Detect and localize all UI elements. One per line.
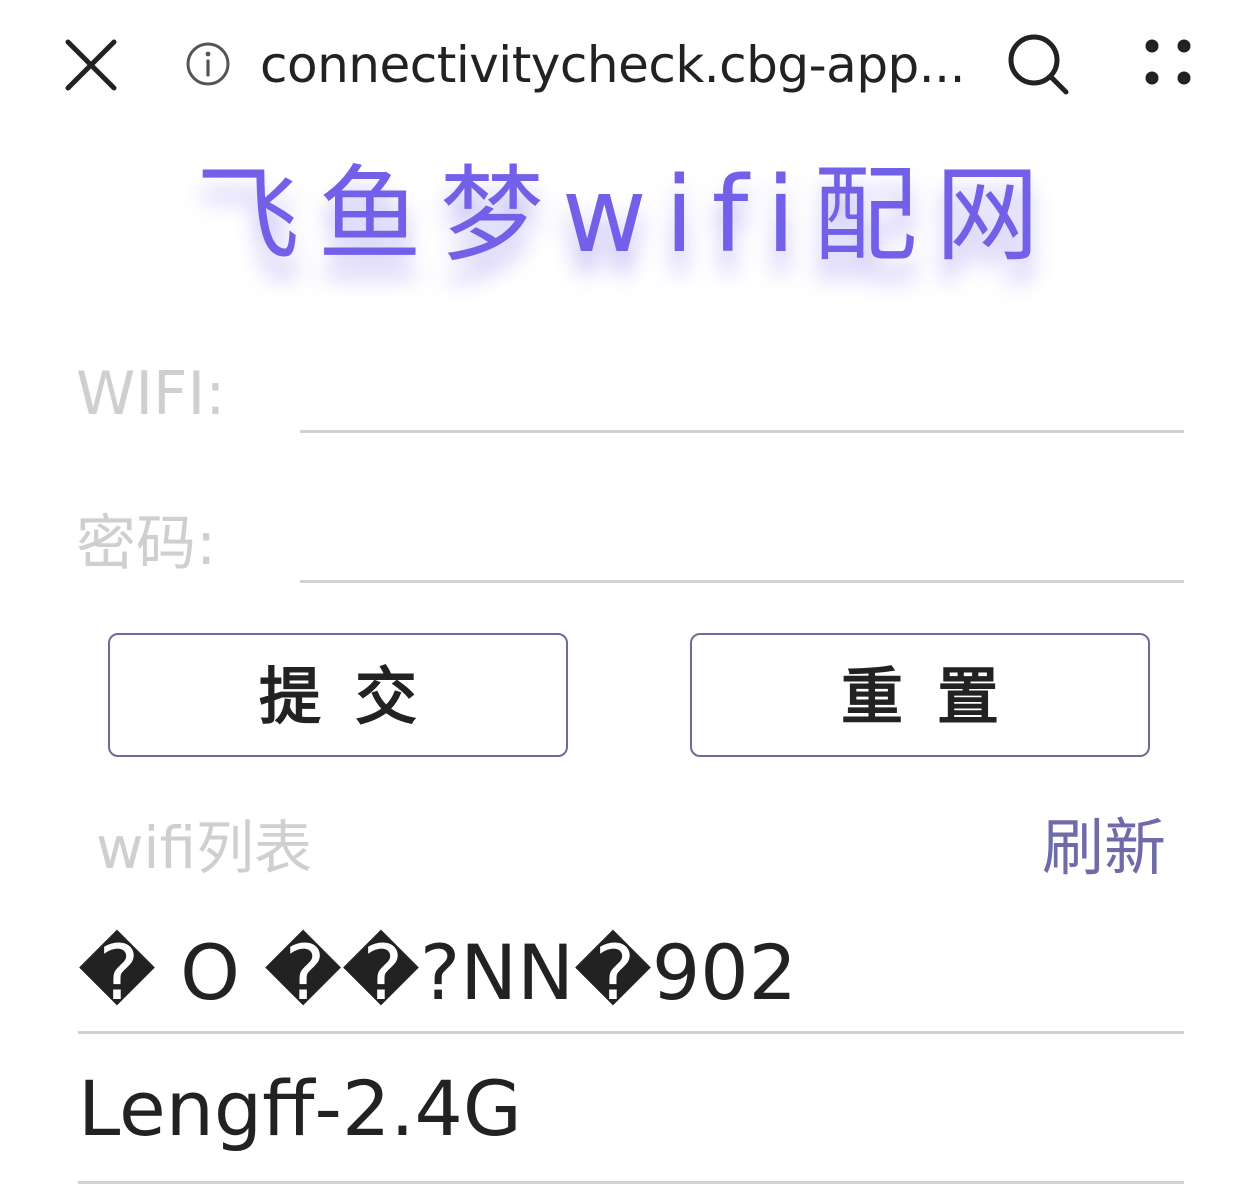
password-field-row: 密码: — [76, 502, 1186, 592]
wifi-list: � O ��?NN�902 Lengff-2.4G — [78, 898, 1184, 1184]
refresh-button[interactable]: 刷新 — [1042, 810, 1166, 886]
hero-header: 飞鱼梦wifi配网 — [0, 140, 1253, 300]
password-input[interactable] — [300, 508, 1184, 583]
wifi-label: WIFI: — [76, 359, 226, 429]
url-text[interactable]: connectivitycheck.cbg-app.... — [260, 30, 970, 100]
wifi-field-row: WIFI: — [76, 352, 1186, 442]
wifi-list-item[interactable]: � O ��?NN�902 — [78, 898, 1184, 1034]
page-title: 飞鱼梦wifi配网 — [195, 154, 1058, 276]
wifi-list-header: wifi列表 刷新 — [96, 810, 1166, 890]
wifi-list-title: wifi列表 — [96, 814, 313, 882]
submit-button[interactable]: 提交 — [108, 633, 568, 757]
search-icon[interactable] — [1002, 28, 1074, 100]
more-dots-icon[interactable] — [1138, 34, 1198, 94]
password-label: 密码: — [76, 509, 217, 579]
wifi-list-item[interactable]: Lengff-2.4G — [78, 1034, 1184, 1184]
close-icon[interactable] — [58, 32, 124, 98]
browser-top-bar: connectivitycheck.cbg-app.... — [0, 0, 1253, 130]
wifi-input[interactable] — [300, 358, 1184, 433]
reset-button[interactable]: 重置 — [690, 633, 1150, 757]
info-icon[interactable] — [184, 40, 232, 88]
